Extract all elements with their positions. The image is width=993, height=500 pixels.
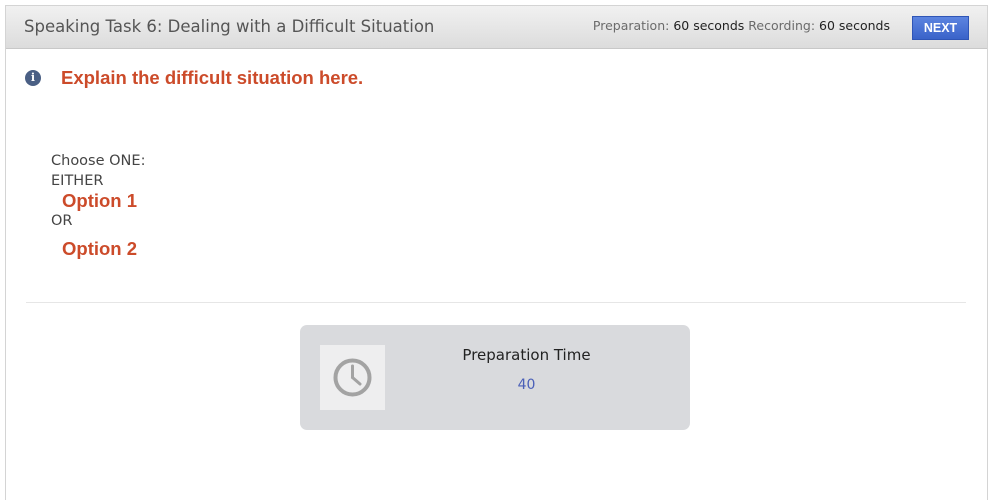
task-title: Speaking Task 6: Dealing with a Difficul… <box>24 17 435 36</box>
preparation-timer: Preparation Time 40 <box>300 325 690 430</box>
timer-label: Preparation Time <box>462 346 591 364</box>
task-header: Speaking Task 6: Dealing with a Difficul… <box>6 6 987 49</box>
either-label: EITHER <box>51 173 104 189</box>
recording-value: 60 seconds <box>819 18 890 33</box>
option-1: Option 1 <box>62 190 138 211</box>
option-2: Option 2 <box>62 238 138 259</box>
timing-info: Preparation: 60 seconds Recording: 60 se… <box>593 18 890 33</box>
info-icon: i <box>25 70 41 86</box>
preparation-value: 60 seconds <box>673 18 745 33</box>
or-label: OR <box>51 213 73 229</box>
task-panel: Speaking Task 6: Dealing with a Difficul… <box>5 5 988 500</box>
choose-prompt: Choose ONE: <box>51 153 146 169</box>
next-button[interactable]: NEXT <box>912 16 969 40</box>
timer-value: 40 <box>517 377 536 393</box>
instruction-text: Explain the difficult situation here. <box>61 67 364 88</box>
recording-label: Recording: <box>748 18 816 33</box>
preparation-label: Preparation: <box>592 18 670 33</box>
section-divider <box>26 302 966 303</box>
